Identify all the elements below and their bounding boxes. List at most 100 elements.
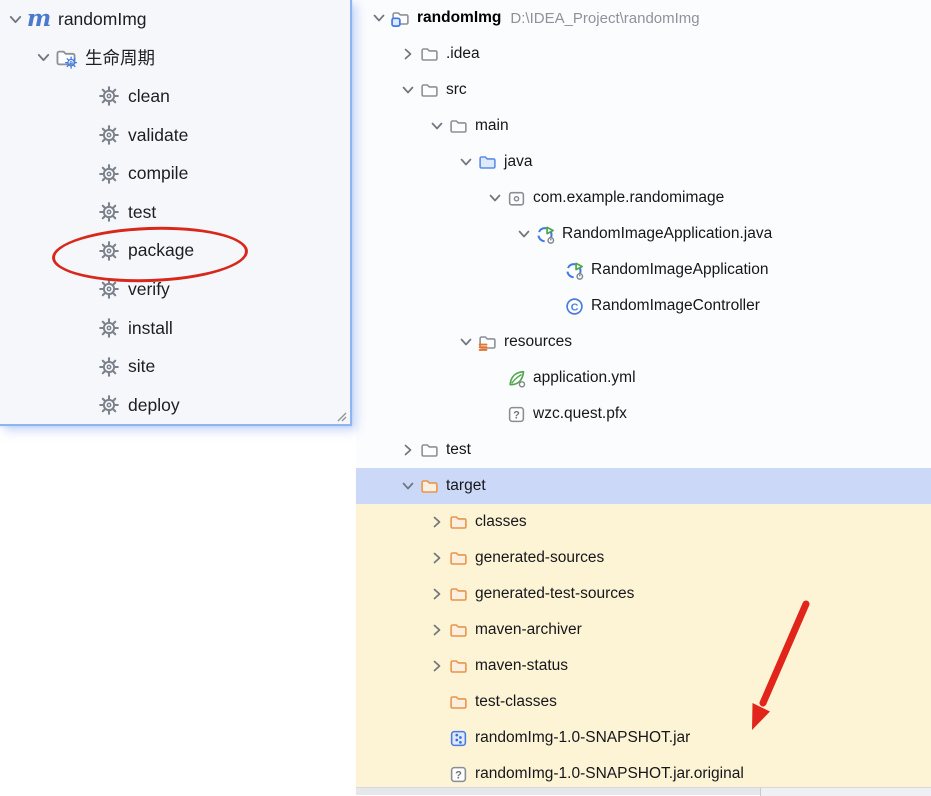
- tree-item-label: src: [446, 82, 467, 98]
- tree-item-main[interactable]: main: [356, 108, 931, 144]
- tree-item-generated-test-sources[interactable]: generated-test-sources: [356, 576, 931, 612]
- project-root-path: D:\IDEA_Project\randomImg: [510, 11, 699, 26]
- tree-item-label: classes: [475, 514, 527, 530]
- folder-icon: [448, 116, 468, 136]
- chevron-down-icon[interactable]: [368, 9, 390, 28]
- excluded-folder-icon: [448, 656, 468, 676]
- chevron-right-icon[interactable]: [397, 441, 419, 460]
- tree-item-label: generated-test-sources: [475, 586, 634, 602]
- spring-boot-class-icon: [564, 260, 584, 280]
- tree-item-randomimagecontroller-class[interactable]: RandomImageController: [356, 288, 931, 324]
- folder-icon: [419, 80, 439, 100]
- chevron-down-icon[interactable]: [4, 10, 26, 29]
- maven-goal-verify[interactable]: verify: [0, 270, 350, 309]
- tree-item-src[interactable]: src: [356, 72, 931, 108]
- tree-item-classes[interactable]: classes: [356, 504, 931, 540]
- maven-goal-validate[interactable]: validate: [0, 116, 350, 155]
- tree-item-label: test-classes: [475, 694, 557, 710]
- tree-item-snapshot-jar[interactable]: randomImg-1.0-SNAPSHOT.jar: [356, 720, 931, 756]
- chevron-down-icon[interactable]: [455, 153, 477, 172]
- gear-icon: [97, 239, 120, 262]
- chevron-down-icon[interactable]: [455, 333, 477, 352]
- tree-item-label: RandomImageApplication.java: [562, 226, 772, 242]
- maven-goal-site[interactable]: site: [0, 347, 350, 386]
- chevron-down-icon[interactable]: [32, 48, 54, 67]
- tree-item-java[interactable]: java: [356, 144, 931, 180]
- excluded-folder-icon: [448, 620, 468, 640]
- chevron-down-icon[interactable]: [397, 81, 419, 100]
- tree-item-maven-status[interactable]: maven-status: [356, 648, 931, 684]
- chevron-down-icon[interactable]: [426, 117, 448, 136]
- tree-item-label: application.yml: [533, 370, 636, 386]
- tree-item-application-yml[interactable]: application.yml: [356, 360, 931, 396]
- chevron-right-icon[interactable]: [426, 657, 448, 676]
- tree-item-target[interactable]: target: [356, 468, 931, 504]
- gear-icon: [97, 162, 120, 185]
- maven-goal-deploy[interactable]: deploy: [0, 386, 350, 425]
- maven-goal-label: deploy: [128, 395, 180, 416]
- maven-tool-popup: m randomImg 生命周期 clean validate compile …: [0, 0, 352, 426]
- tree-item-maven-archiver[interactable]: maven-archiver: [356, 612, 931, 648]
- maven-project-item[interactable]: m randomImg: [0, 0, 350, 39]
- gear-icon: [97, 124, 120, 147]
- chevron-down-icon[interactable]: [484, 189, 506, 208]
- package-icon: [506, 188, 526, 208]
- tree-item-idea[interactable]: .idea: [356, 36, 931, 72]
- lifecycle-folder-icon: [54, 46, 77, 69]
- gear-icon: [97, 201, 120, 224]
- tree-item-resources[interactable]: resources: [356, 324, 931, 360]
- tree-item-label: maven-status: [475, 658, 568, 674]
- tree-item-generated-sources[interactable]: generated-sources: [356, 540, 931, 576]
- maven-goal-label: test: [128, 202, 156, 223]
- maven-goal-install[interactable]: install: [0, 309, 350, 348]
- folder-icon: [419, 44, 439, 64]
- maven-goal-compile[interactable]: compile: [0, 154, 350, 193]
- tree-item-label: main: [475, 118, 509, 134]
- chevron-right-icon[interactable]: [397, 45, 419, 64]
- tree-item-test[interactable]: test: [356, 432, 931, 468]
- tree-item-randomimageapplication-java[interactable]: RandomImageApplication.java: [356, 216, 931, 252]
- excluded-folder-icon: [419, 476, 439, 496]
- gear-icon: [97, 278, 120, 301]
- maven-goal-label: site: [128, 356, 155, 377]
- maven-goal-package[interactable]: package: [0, 232, 350, 271]
- tree-item-label: com.example.randomimage: [533, 190, 724, 206]
- unknown-file-icon: [448, 764, 468, 784]
- source-root-folder-icon: [477, 152, 497, 172]
- excluded-folder-icon: [448, 548, 468, 568]
- maven-goal-label: clean: [128, 86, 170, 107]
- maven-goal-clean[interactable]: clean: [0, 77, 350, 116]
- chevron-right-icon[interactable]: [426, 585, 448, 604]
- chevron-right-icon[interactable]: [426, 621, 448, 640]
- tree-item-label: .idea: [446, 46, 480, 62]
- tree-item-label: randomImg-1.0-SNAPSHOT.jar: [475, 730, 690, 746]
- resize-grip-icon[interactable]: [336, 411, 347, 422]
- maven-goal-label: install: [128, 318, 173, 339]
- excluded-folder-icon: [448, 692, 468, 712]
- tree-item-randomimageapplication-class[interactable]: RandomImageApplication: [356, 252, 931, 288]
- project-root-name: randomImg: [417, 10, 501, 26]
- gear-icon: [97, 317, 120, 340]
- maven-goal-test[interactable]: test: [0, 193, 350, 232]
- spring-leaf-icon: [506, 368, 526, 388]
- folder-icon: [419, 440, 439, 460]
- tree-item-test-classes[interactable]: test-classes: [356, 684, 931, 720]
- tree-item-wzc-quest-pfx[interactable]: wzc.quest.pfx: [356, 396, 931, 432]
- chevron-down-icon[interactable]: [513, 225, 535, 244]
- tree-item-project-root[interactable]: randomImg D:\IDEA_Project\randomImg: [356, 0, 931, 36]
- tree-item-package-com-example-randomimage[interactable]: com.example.randomimage: [356, 180, 931, 216]
- gear-icon: [97, 85, 120, 108]
- maven-lifecycle-item[interactable]: 生命周期: [0, 39, 350, 78]
- project-root-folder-icon: [390, 8, 410, 28]
- chevron-right-icon[interactable]: [426, 549, 448, 568]
- maven-goal-label: package: [128, 240, 194, 261]
- tree-item-label: resources: [504, 334, 572, 350]
- spring-boot-class-icon: [535, 224, 555, 244]
- tree-item-label: RandomImageController: [591, 298, 760, 314]
- resources-root-folder-icon: [477, 332, 497, 352]
- chevron-down-icon[interactable]: [397, 477, 419, 496]
- tree-item-label: wzc.quest.pfx: [533, 406, 627, 422]
- gear-icon: [97, 394, 120, 417]
- chevron-right-icon[interactable]: [426, 513, 448, 532]
- tree-item-snapshot-jar-original[interactable]: randomImg-1.0-SNAPSHOT.jar.original: [356, 756, 931, 792]
